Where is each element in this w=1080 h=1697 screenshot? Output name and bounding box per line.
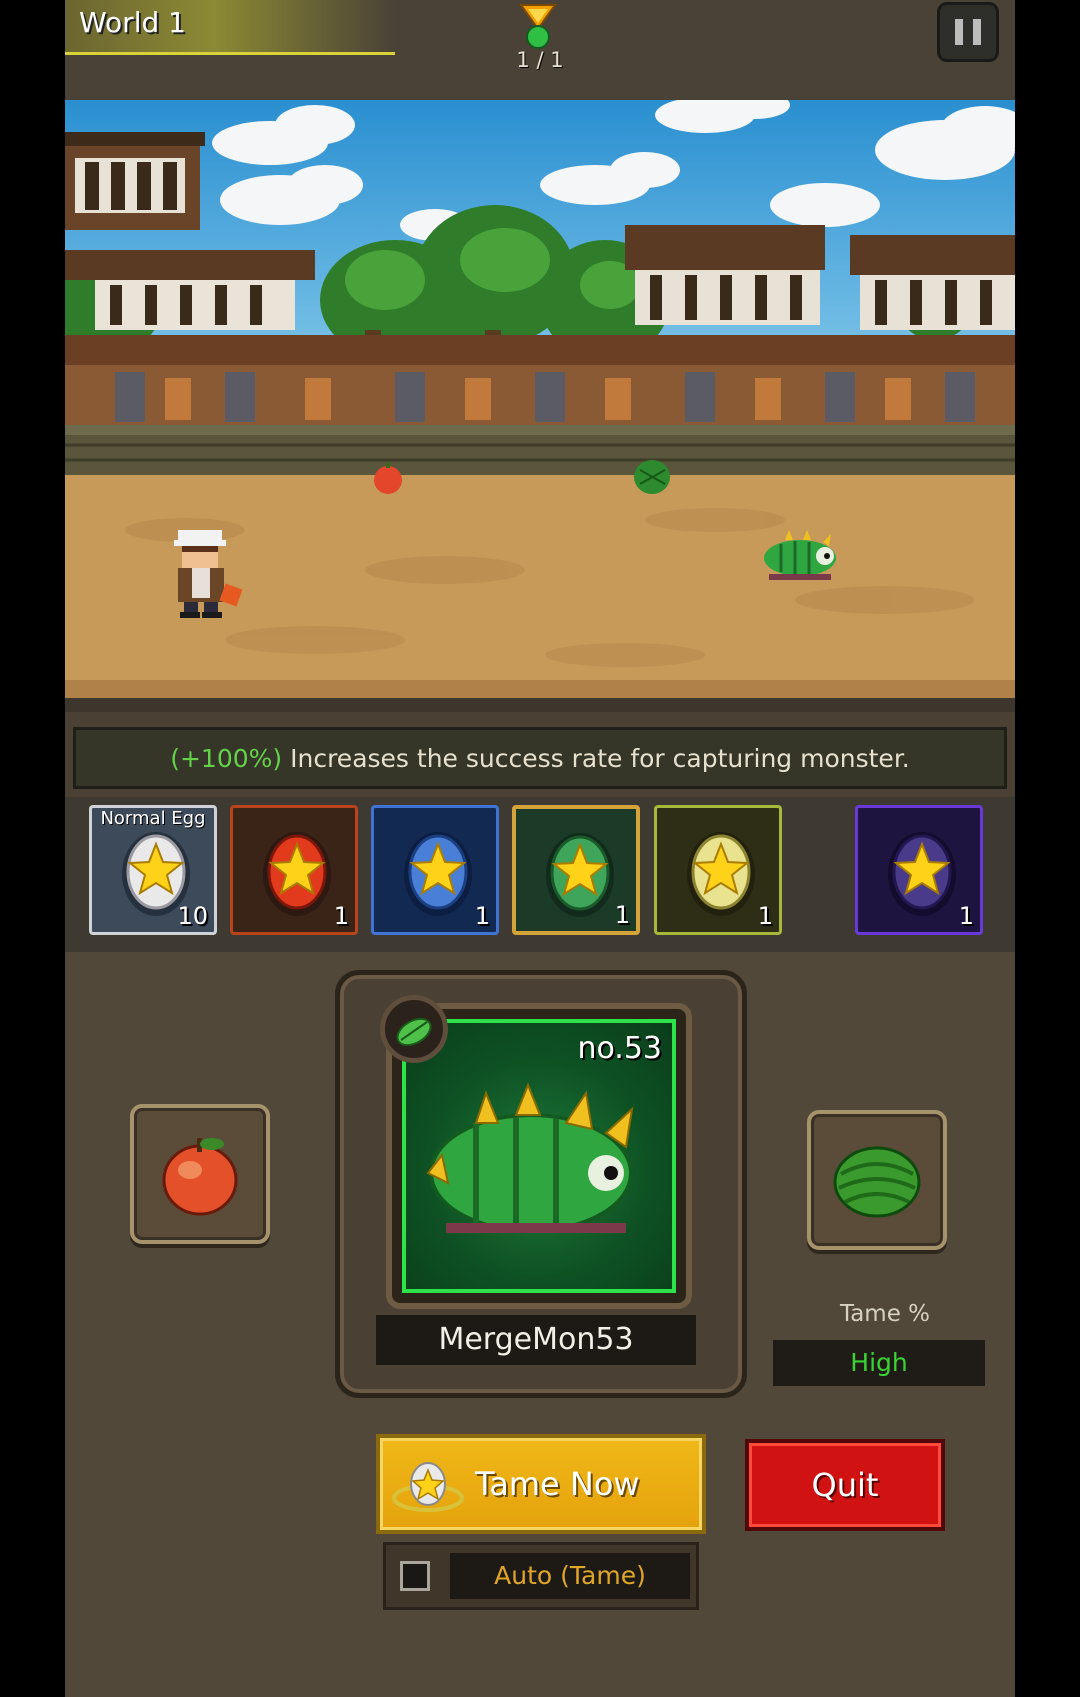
tame-panel: no.53 MergeMon53 Tame % High Tame Now Qu… [65,952,1015,1697]
egg-slot-light[interactable]: 1 [654,805,782,935]
egg-count: 1 [474,902,490,930]
egg-slot-fire[interactable]: 1 [230,805,358,935]
auto-tame-row: Auto (Tame) [383,1542,699,1610]
world-banner: World 1 [65,0,395,55]
pause-icon [973,19,981,45]
tame-now-button[interactable]: Tame Now [376,1434,706,1534]
top-bar: World 1 1 / 1 [65,0,1015,100]
leaf-icon [396,1017,432,1047]
watermelon-icon [833,1146,921,1218]
hint-percent: (+100%) [170,743,283,773]
monster-card: no.53 [380,995,692,1309]
apple-bait-button[interactable] [130,1104,270,1244]
apple-icon [162,1138,238,1216]
monster-name: MergeMon53 [376,1315,696,1365]
pause-icon [955,19,963,45]
egg-count: 1 [958,902,974,930]
game-screen: World 1 1 / 1 (+100%) Increases the succ… [65,0,1015,1697]
monster-number: no.53 [577,1031,662,1066]
stage-progress: 1 / 1 [516,48,564,72]
tame-now-label: Tame Now [475,1465,640,1503]
quit-button[interactable]: Quit [745,1439,945,1531]
egg-count: 1 [333,902,349,930]
hint-text: Increases the success rate for capturing… [282,743,910,773]
monster-portrait: no.53 [402,1019,676,1293]
egg-count: 1 [614,901,630,929]
dark-egg-icon [888,832,956,916]
monster-frame: no.53 MergeMon53 [335,970,747,1398]
egg-label: Normal Egg [100,808,206,829]
egg-slot-water[interactable]: 1 [371,805,499,935]
grass-element-badge [380,995,448,1063]
pause-button[interactable] [937,2,999,62]
auto-tame-label[interactable]: Auto (Tame) [450,1553,690,1599]
world-title: World 1 [79,6,186,39]
egg-selector: Normal Egg 10 1 1 1 1 1 [65,797,1015,952]
egg-count: 1 [757,902,773,930]
tame-rate-value: High [773,1340,985,1386]
bait-hint: (+100%) Increases the success rate for c… [73,727,1007,789]
light-egg-icon [687,832,755,916]
medal-icon [519,4,557,49]
battle-scene [65,100,1015,712]
egg-slot-grass[interactable]: 1 [512,805,640,935]
water-egg-icon [404,832,472,916]
egg-slot-dark[interactable]: 1 [855,805,983,935]
egg-count: 10 [177,902,208,930]
egg-slot-normal[interactable]: Normal Egg 10 [89,805,217,935]
scene-background [65,100,1015,698]
tame-rate-label: Tame % [839,1301,931,1327]
auto-tame-checkbox[interactable] [400,1561,430,1591]
grass-egg-icon [546,833,614,917]
egg-capture-icon [392,1462,464,1512]
watermelon-bait-button[interactable] [807,1110,947,1250]
fire-egg-icon [263,832,331,916]
